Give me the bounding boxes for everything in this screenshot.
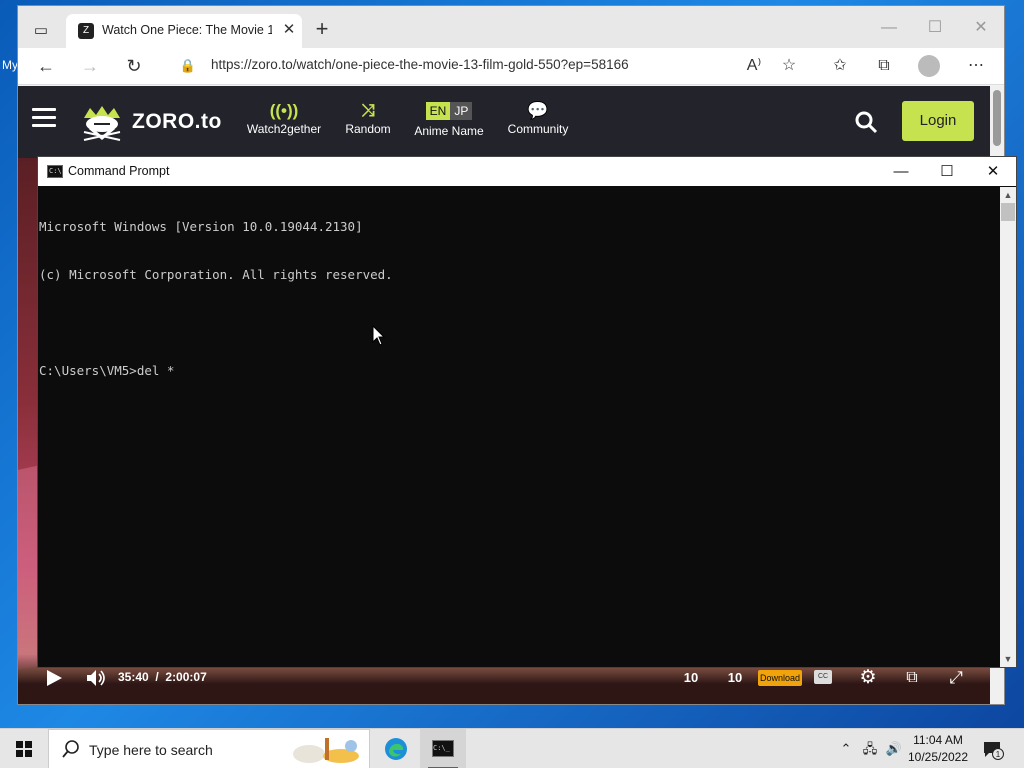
tab-title: Watch One Piece: The Movie 13	[102, 23, 272, 37]
anime-name-label: Anime Name	[414, 124, 484, 138]
cmd-scrollbar[interactable]: ▲ ▼	[1000, 187, 1016, 667]
menu-icon[interactable]	[32, 108, 56, 128]
notification-count: 1	[996, 750, 1001, 759]
desktop-icon-label[interactable]: My	[2, 58, 18, 72]
broadcast-icon: ((•))	[269, 101, 299, 120]
duration: 2:00:07	[165, 670, 207, 684]
rewind-10-icon[interactable]: 10	[678, 666, 704, 690]
play-icon[interactable]	[44, 666, 64, 690]
cmd-app-icon: C:\	[47, 165, 63, 178]
taskbar: Type here to search C:\_ ⌃ 🖧 🔊 11:04 AM …	[0, 728, 1024, 768]
forward-10-label: 10	[727, 670, 743, 685]
volume-icon[interactable]	[84, 666, 108, 690]
login-button[interactable]: Login	[902, 101, 974, 141]
cmd-taskbar-icon: C:\_	[432, 740, 454, 757]
cmd-scroll-thumb[interactable]	[1001, 203, 1015, 221]
console-line: Microsoft Windows [Version 10.0.19044.21…	[39, 219, 363, 234]
maximize-icon[interactable]: ☐	[920, 16, 950, 40]
window-close-icon[interactable]: ✕	[966, 16, 996, 40]
time-display: 35:40 / 2:00:07	[118, 670, 207, 684]
clock-date: 10/25/2022	[907, 750, 969, 764]
picture-in-picture-icon[interactable]: ⧉	[900, 666, 924, 690]
clock-time: 11:04 AM	[913, 733, 963, 747]
taskbar-search[interactable]: Type here to search	[48, 729, 370, 768]
cmd-taskbar-button[interactable]: C:\_	[420, 729, 466, 768]
favorites-icon[interactable]: ✩	[826, 53, 854, 79]
console-output[interactable]: Microsoft Windows [Version 10.0.19044.21…	[39, 187, 997, 665]
tab-bar: ▭ Z Watch One Piece: The Movie 13 ✕ + — …	[18, 6, 1004, 48]
captions-button[interactable]: CC	[814, 670, 832, 684]
fullscreen-icon[interactable]: ⤢	[944, 666, 968, 690]
cmd-maximize-icon[interactable]: ☐	[924, 157, 970, 186]
lang-en-option[interactable]: EN	[425, 102, 451, 120]
scroll-down-icon[interactable]: ▼	[1000, 651, 1016, 667]
notifications-icon[interactable]: 1	[982, 739, 1004, 761]
cmd-title: Command Prompt	[68, 164, 170, 178]
collections-icon[interactable]: ⧉	[870, 53, 898, 79]
mouse-pointer-icon	[372, 325, 386, 346]
chat-bubbles-icon: 💬	[527, 101, 549, 120]
address-bar-row: ← → ↻ 🔒 https://zoro.to/watch/one-piece-…	[18, 48, 1004, 85]
more-icon[interactable]: ⋯	[962, 53, 990, 79]
new-tab-button[interactable]: +	[310, 18, 334, 42]
browser-scroll-thumb[interactable]	[993, 90, 1001, 146]
download-button[interactable]: Download	[758, 670, 802, 686]
add-favorite-icon[interactable]: ☆	[775, 53, 803, 79]
random-label: Random	[345, 122, 391, 136]
forward-10-icon[interactable]: 10	[722, 666, 748, 690]
edge-taskbar-button[interactable]	[372, 729, 418, 768]
settings-gear-icon[interactable]: ⚙	[856, 666, 880, 690]
rewind-10-label: 10	[683, 670, 699, 685]
edge-icon	[385, 738, 407, 760]
lock-icon[interactable]: 🔒	[178, 56, 198, 76]
site-logo-text[interactable]: ZORO.to	[132, 110, 222, 134]
scroll-up-icon[interactable]: ▲	[1000, 187, 1016, 203]
console-prompt-line: C:\Users\VM5>del *	[39, 363, 175, 378]
watch2gether-link[interactable]: ((•)) Watch2gether	[244, 100, 324, 136]
current-time: 35:40	[118, 670, 149, 684]
network-icon[interactable]: 🖧	[860, 739, 880, 759]
random-link[interactable]: ⤨ Random	[342, 100, 394, 136]
search-icon	[62, 740, 79, 758]
volume-icon[interactable]: 🔊	[884, 739, 904, 759]
shuffle-icon: ⤨	[361, 101, 375, 120]
read-aloud-icon[interactable]: A⁾	[740, 53, 768, 79]
cmd-title-bar[interactable]: C:\ Command Prompt — ☐ ✕	[38, 157, 1016, 186]
zoro-logo-icon[interactable]	[80, 102, 124, 142]
zoro-favicon-icon: Z	[78, 23, 94, 39]
time-separator: /	[155, 670, 159, 684]
lang-jp-option[interactable]: JP	[450, 102, 473, 120]
tab-actions-icon[interactable]: ▭	[30, 20, 52, 42]
clock[interactable]: 11:04 AM 10/25/2022	[904, 732, 972, 766]
profile-icon[interactable]	[918, 55, 940, 77]
search-highlight-icon	[293, 738, 359, 763]
url-input[interactable]: https://zoro.to/watch/one-piece-the-movi…	[211, 57, 731, 72]
command-prompt-window[interactable]: C:\ Command Prompt — ☐ ✕ Microsoft Windo…	[38, 157, 1016, 667]
community-label: Community	[507, 122, 569, 136]
windows-start-icon[interactable]	[0, 729, 48, 768]
minimize-icon[interactable]: —	[874, 16, 904, 40]
console-line: (c) Microsoft Corporation. All rights re…	[39, 267, 393, 282]
forward-icon[interactable]: →	[77, 53, 103, 79]
search-placeholder: Type here to search	[89, 742, 213, 758]
close-icon[interactable]: ✕	[278, 19, 300, 41]
cmd-close-icon[interactable]: ✕	[970, 157, 1016, 186]
refresh-icon[interactable]: ↻	[121, 53, 147, 79]
watch2gether-label: Watch2gether	[246, 122, 322, 136]
browser-tab[interactable]: Z Watch One Piece: The Movie 13 ✕	[66, 14, 302, 48]
chevron-up-icon[interactable]: ⌃	[836, 739, 856, 759]
community-link[interactable]: 💬 Community	[504, 100, 572, 136]
back-icon[interactable]: ←	[33, 53, 59, 79]
cmd-minimize-icon[interactable]: —	[878, 157, 924, 186]
search-icon[interactable]	[854, 110, 878, 134]
anime-name-toggle[interactable]: EN JP Anime Name	[408, 100, 490, 138]
site-header: ZORO.to ((•)) Watch2gether ⤨ Random EN JP…	[18, 86, 990, 158]
